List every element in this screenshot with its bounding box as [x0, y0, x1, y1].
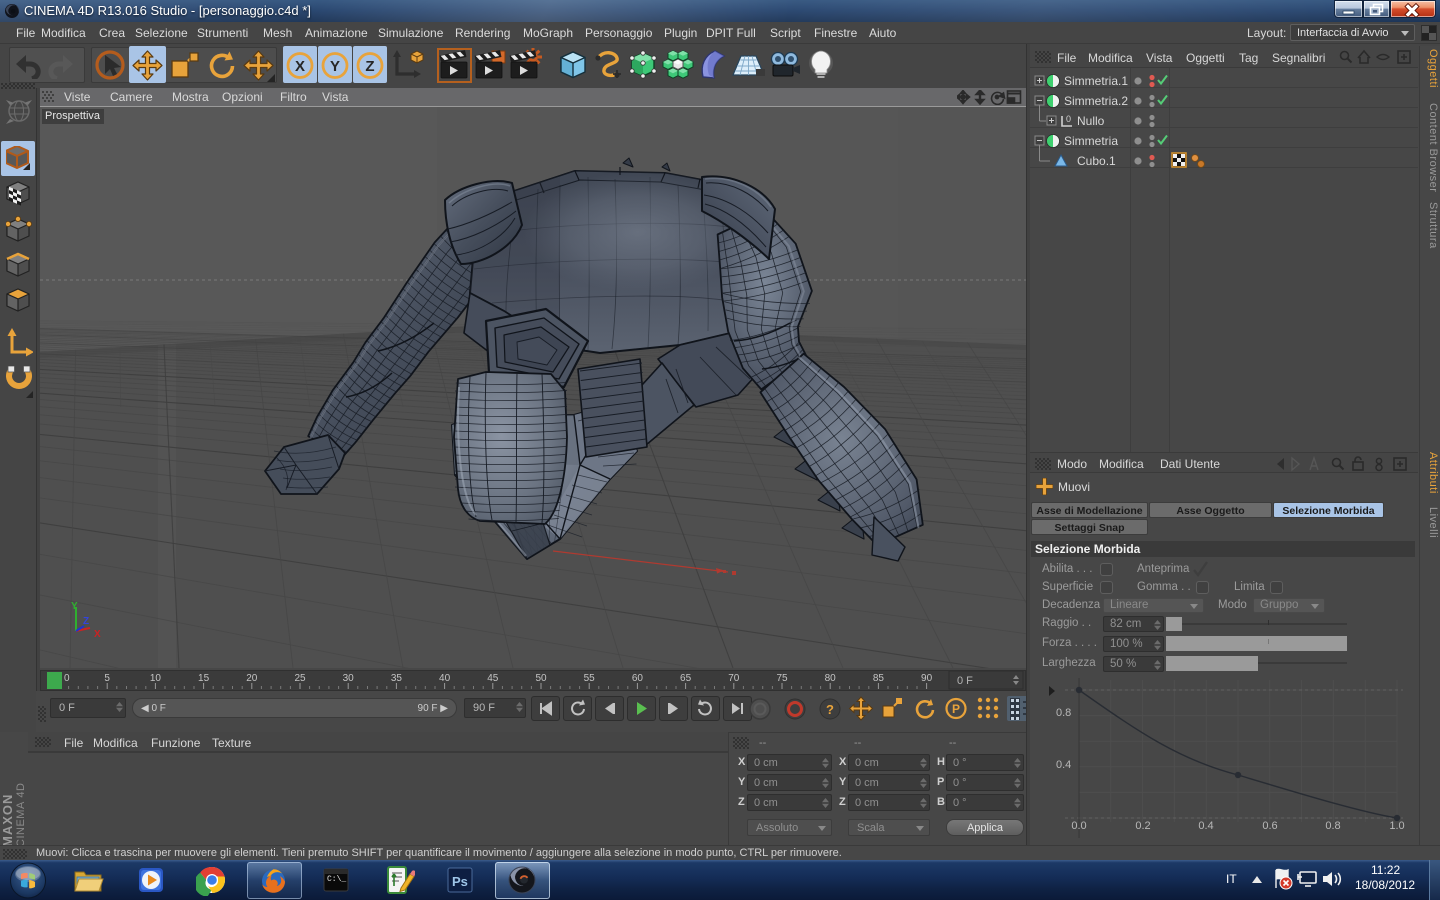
svg-text:25: 25 [294, 673, 306, 684]
svg-text:X: X [295, 58, 305, 75]
svg-text:0: 0 [64, 673, 70, 684]
svg-text:Simmetria: Simmetria [1064, 134, 1118, 148]
svg-text:0.6: 0.6 [1262, 820, 1277, 832]
svg-text:1.0: 1.0 [1389, 820, 1404, 832]
svg-text:0.4: 0.4 [1198, 820, 1213, 832]
svg-text:Z: Z [365, 58, 374, 75]
svg-text:15: 15 [198, 673, 210, 684]
svg-text:0.8: 0.8 [1056, 707, 1071, 719]
svg-text:10: 10 [150, 673, 162, 684]
svg-text:Simmetria.1: Simmetria.1 [1064, 74, 1128, 88]
svg-text:Ps: Ps [452, 874, 468, 889]
svg-text:75: 75 [776, 673, 788, 684]
svg-text:5: 5 [104, 673, 110, 684]
svg-text:0 F: 0 F [957, 675, 973, 687]
svg-text:?: ? [826, 702, 834, 717]
svg-text:65: 65 [680, 673, 692, 684]
svg-text:0: 0 [1066, 114, 1071, 124]
svg-text:0.4: 0.4 [1056, 759, 1071, 771]
svg-text:P: P [952, 702, 960, 716]
svg-text:45: 45 [487, 673, 499, 684]
svg-text:Z: Z [83, 616, 89, 627]
svg-text:35: 35 [391, 673, 403, 684]
svg-text:20: 20 [246, 673, 258, 684]
svg-text:Y: Y [71, 601, 78, 612]
svg-text:85: 85 [873, 673, 885, 684]
svg-text:40: 40 [439, 673, 451, 684]
svg-text:30: 30 [343, 673, 355, 684]
svg-text:0.8: 0.8 [1325, 820, 1340, 832]
svg-text:55: 55 [584, 673, 596, 684]
svg-text:X: X [94, 629, 101, 640]
svg-text:50: 50 [535, 673, 547, 684]
svg-text:0.2: 0.2 [1135, 820, 1150, 832]
svg-text:Simmetria.2: Simmetria.2 [1064, 94, 1128, 108]
svg-text:60: 60 [632, 673, 644, 684]
svg-text:C:\_: C:\_ [327, 875, 346, 884]
svg-text:90: 90 [921, 673, 933, 684]
svg-text:Cubo.1: Cubo.1 [1077, 154, 1116, 168]
svg-text:Nullo: Nullo [1077, 114, 1105, 128]
svg-text:Y: Y [330, 58, 340, 75]
svg-text:0.0: 0.0 [1071, 820, 1086, 832]
svg-text:80: 80 [825, 673, 837, 684]
svg-text:70: 70 [728, 673, 740, 684]
